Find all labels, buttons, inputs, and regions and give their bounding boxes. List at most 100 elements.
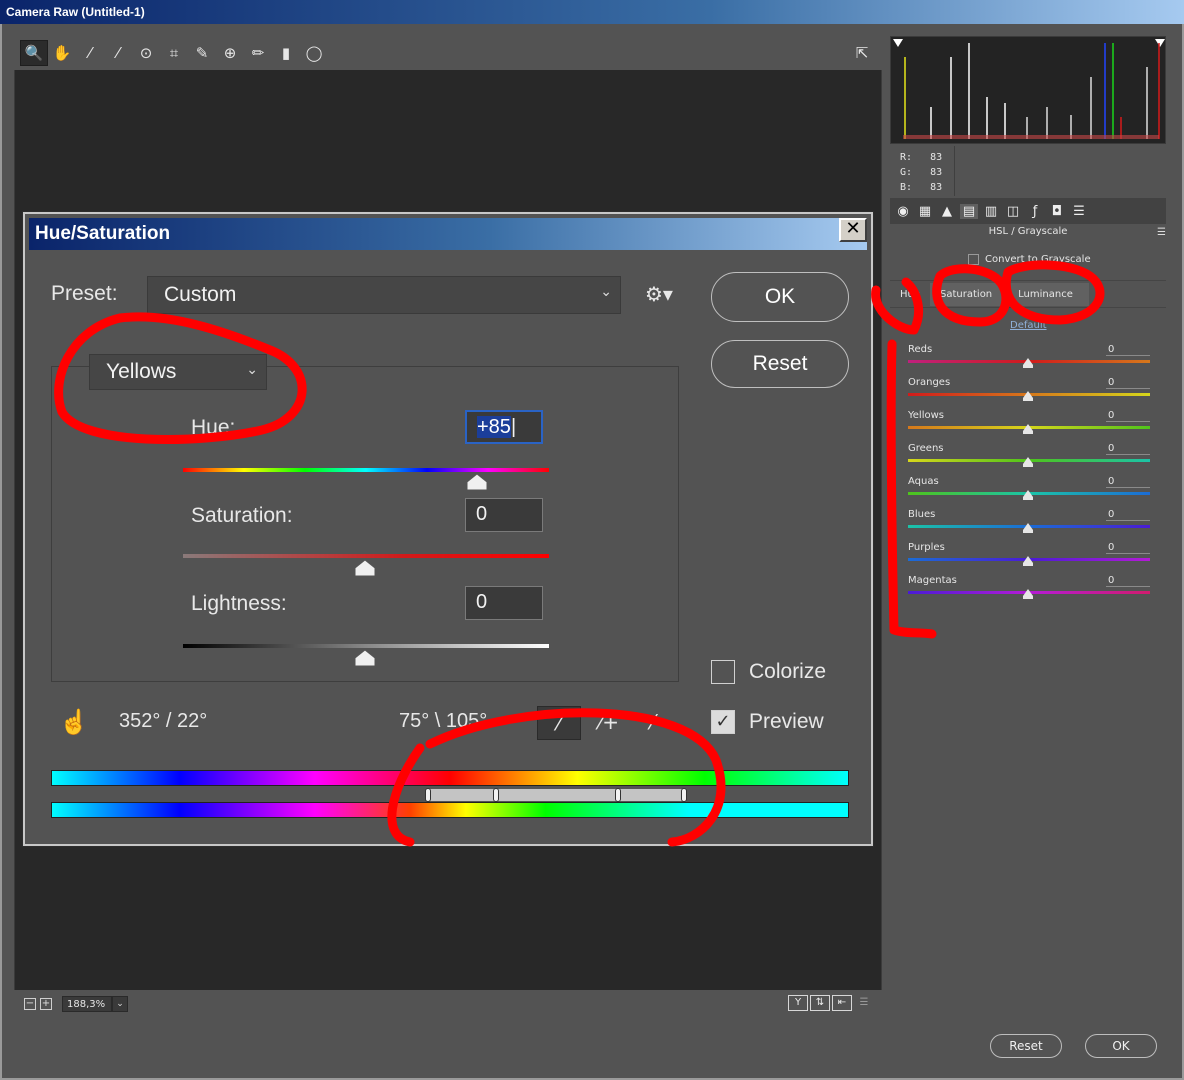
rgb-readout: R: 83 G: 83 B: 83 (900, 150, 942, 195)
dialog-ok-button[interactable]: OK (711, 272, 849, 322)
hsl-slider-value[interactable]: 0 (1106, 476, 1150, 488)
colorize-checkbox[interactable] (711, 660, 735, 684)
channel-select[interactable]: Yellows ⌄ (89, 354, 267, 390)
saturation-label: Saturation: (191, 504, 293, 527)
hsl-tab-icon[interactable]: ▤ (960, 203, 978, 219)
hsl-slider-label: Blues (908, 509, 936, 520)
spot-removal-icon[interactable]: ✎ (188, 40, 216, 66)
gear-icon[interactable]: ⚙▾ (645, 282, 673, 306)
right-panel: R: 83 G: 83 B: 83 ◉ ▦ ▲ ▤ ▥ ◫ ƒ ◘ ☰ HSL … (888, 36, 1170, 1018)
hsl-slider-thumb[interactable] (1023, 589, 1033, 599)
hsl-slider-value[interactable]: 0 (1106, 443, 1150, 455)
zoom-out-button[interactable]: − (24, 998, 36, 1010)
hsl-slider-thumb[interactable] (1023, 490, 1033, 500)
range-left-handle[interactable] (425, 788, 431, 802)
hsl-slider-purples: Purples 0 (908, 542, 1150, 572)
eyedropper-icon[interactable]: ⁄ (537, 706, 581, 740)
zoom-icon[interactable]: 🔍 (20, 40, 48, 66)
range-right-inner-handle[interactable] (615, 788, 621, 802)
zoom-level-field[interactable]: 188,3% (62, 996, 112, 1012)
crop-icon[interactable]: ⌗ (160, 40, 188, 66)
dialog-reset-button[interactable]: Reset (711, 340, 849, 388)
copy-settings-icon[interactable]: ⇤ (832, 995, 852, 1011)
target-hand-icon[interactable]: ☝ (59, 708, 89, 737)
eyedropper-plus-icon[interactable]: ⁄+ (587, 706, 631, 740)
saturation-input[interactable]: 0 (465, 498, 543, 532)
saturation-slider-track[interactable] (183, 554, 549, 558)
hsl-slider-greens: Greens 0 (908, 443, 1150, 473)
red-eye-icon[interactable]: ⊕ (216, 40, 244, 66)
basic-tab-icon[interactable]: ◉ (894, 204, 912, 219)
chevron-down-icon[interactable]: ⌄ (112, 996, 128, 1012)
hue-saturation-dialog: Hue/Saturation ✕ Preset: Custom ⌄ ⚙▾ OK … (23, 212, 873, 846)
panel-menu-icon[interactable]: ☰ (1157, 227, 1166, 238)
zoom-in-button[interactable]: + (40, 998, 52, 1010)
convert-grayscale-row[interactable]: Convert to Grayscale (968, 254, 1091, 265)
lightness-input[interactable]: 0 (465, 586, 543, 620)
fullscreen-icon[interactable]: ⇱ (848, 40, 876, 66)
eyedropper-minus-icon[interactable]: ⁄− (639, 706, 683, 740)
hsl-slider-thumb[interactable] (1023, 523, 1033, 533)
hsl-slider-value[interactable]: 0 (1106, 575, 1150, 587)
hsl-slider-thumb[interactable] (1023, 391, 1033, 401)
hsl-slider-label: Purples (908, 542, 945, 553)
preview-label: Preview (749, 710, 824, 733)
lens-tab-icon[interactable]: ◫ (1004, 204, 1022, 219)
lightness-label: Lightness: (191, 592, 287, 615)
hsl-slider-value[interactable]: 0 (1106, 542, 1150, 554)
hsl-slider-thumb[interactable] (1023, 457, 1033, 467)
lightness-slider-thumb[interactable] (355, 650, 375, 666)
tab-hue[interactable]: Hue (890, 283, 930, 306)
reset-button[interactable]: Reset (990, 1034, 1062, 1058)
g-value: 83 (930, 167, 943, 178)
swap-icon[interactable]: ⇅ (810, 995, 830, 1011)
hue-input[interactable]: +85| (465, 410, 543, 444)
saturation-slider-thumb[interactable] (355, 560, 375, 576)
tab-saturation[interactable]: Saturation (930, 282, 1003, 306)
color-sampler-icon[interactable]: ⁄ (104, 40, 132, 66)
hue-slider-thumb[interactable] (467, 474, 487, 490)
range-left-inner-handle[interactable] (493, 788, 499, 802)
range-right-handle[interactable] (681, 788, 687, 802)
hsl-slider-value[interactable]: 0 (1106, 509, 1150, 521)
ok-button[interactable]: OK (1085, 1034, 1157, 1058)
colorize-label: Colorize (749, 660, 827, 683)
hsl-slider-value[interactable]: 0 (1106, 344, 1150, 356)
before-after-toggle[interactable]: Y (788, 995, 808, 1011)
color-range-bar[interactable] (429, 788, 687, 802)
preview-checkbox[interactable]: ✓ (711, 710, 735, 734)
presets-tab-icon[interactable]: ☰ (1070, 204, 1088, 219)
white-balance-icon[interactable]: ⁄ (76, 40, 104, 66)
hsl-slider-thumb[interactable] (1023, 556, 1033, 566)
angle-left: 352° / 22° (119, 710, 208, 732)
hsl-slider-value[interactable]: 0 (1106, 377, 1150, 389)
camera-calibration-tab-icon[interactable]: ◘ (1048, 204, 1066, 219)
detail-tab-icon[interactable]: ▲ (938, 204, 956, 219)
preset-select[interactable]: Custom ⌄ (147, 276, 621, 314)
r-value: 83 (930, 152, 943, 163)
settings-toggle-icon[interactable]: ☰ (854, 995, 874, 1011)
tab-luminance[interactable]: Luminance (1002, 282, 1089, 306)
split-toning-tab-icon[interactable]: ▥ (982, 204, 1000, 219)
hand-icon[interactable]: ✋ (48, 40, 76, 66)
convert-grayscale-checkbox[interactable] (968, 254, 979, 265)
dialog-title: Hue/Saturation (29, 218, 867, 250)
default-link[interactable]: Default (1010, 320, 1047, 331)
close-button[interactable]: ✕ (839, 218, 867, 242)
target-adjust-icon[interactable]: ⊙ (132, 40, 160, 66)
tool-bar: 🔍 ✋ ⁄ ⁄ ⊙ ⌗ ✎ ⊕ ✏ ▮ ◯ ⇱ (14, 36, 882, 70)
graduated-filter-icon[interactable]: ▮ (272, 40, 300, 66)
readout-divider (954, 146, 955, 196)
lightness-slider-track[interactable] (183, 644, 549, 648)
panel-title: HSL / Grayscale (988, 226, 1068, 237)
brush-icon[interactable]: ✏ (244, 40, 272, 66)
zoom-bar: − + 188,3% ⌄ Y ⇅ ⇤ ☰ (14, 990, 882, 1018)
hsl-slider-value[interactable]: 0 (1106, 410, 1150, 422)
hue-slider-track[interactable] (183, 468, 549, 472)
hsl-slider-thumb[interactable] (1023, 424, 1033, 434)
tone-curve-tab-icon[interactable]: ▦ (916, 204, 934, 219)
effects-tab-icon[interactable]: ƒ (1026, 204, 1044, 219)
radial-filter-icon[interactable]: ◯ (300, 40, 328, 66)
chevron-down-icon: ⌄ (600, 283, 612, 299)
hsl-slider-thumb[interactable] (1023, 358, 1033, 368)
